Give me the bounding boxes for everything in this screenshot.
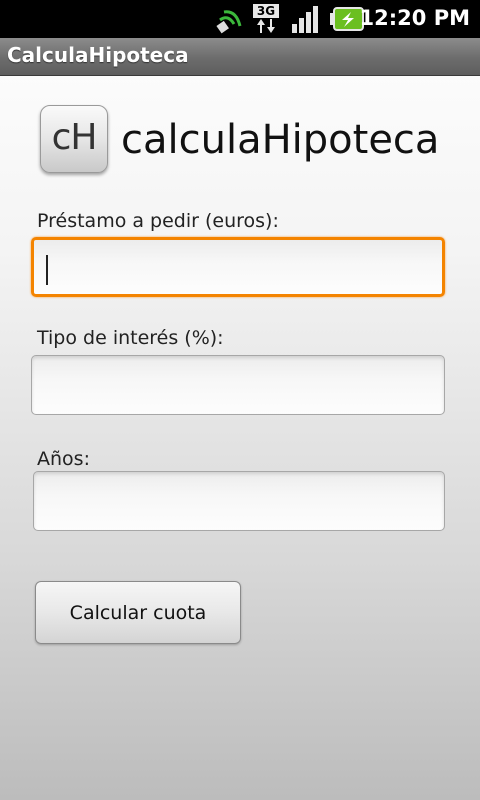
status-clock: 12:20 PM [359, 6, 470, 30]
years-field[interactable] [33, 471, 445, 531]
interest-rate-label: Tipo de interés (%): [37, 327, 224, 349]
interest-rate-input[interactable] [32, 356, 444, 414]
loan-amount-label: Préstamo a pedir (euros): [37, 210, 279, 232]
title-bar: CalculaHipoteca [0, 38, 480, 76]
gps-satellite-icon [216, 10, 242, 34]
years-label: Años: [37, 448, 90, 470]
years-input[interactable] [34, 472, 444, 530]
3g-data-icon: 3G [253, 4, 285, 34]
loan-amount-input[interactable] [34, 240, 442, 294]
interest-rate-field[interactable] [31, 355, 445, 415]
network-type-label: 3G [253, 4, 279, 18]
app-logo-icon: cH [40, 105, 108, 173]
status-bar: 3G 12:20 PM [0, 0, 480, 38]
loan-amount-field[interactable] [31, 237, 445, 297]
calculate-button[interactable]: Calcular cuota [35, 581, 241, 644]
text-cursor [46, 255, 48, 285]
app-title: calculaHipoteca [121, 117, 440, 163]
window-title: CalculaHipoteca [7, 43, 189, 67]
signal-strength-icon [292, 6, 318, 33]
data-arrows-icon [257, 19, 275, 33]
